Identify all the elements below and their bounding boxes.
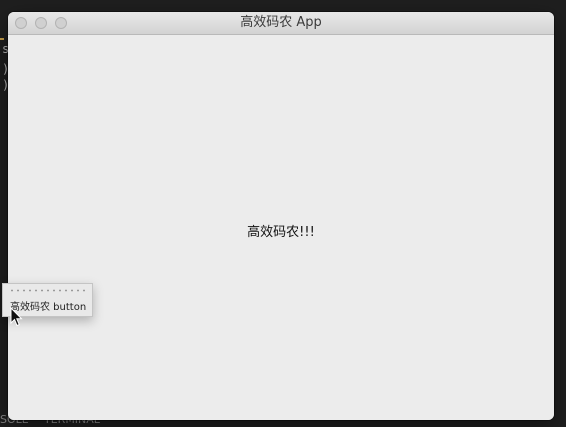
center-label: 高效码农!!! xyxy=(247,225,315,240)
window-title: 高效码农 App xyxy=(240,15,322,30)
window-content: 高效码农!!! xyxy=(8,35,554,420)
app-window: 高效码农 App 高效码农!!! xyxy=(8,12,554,420)
title-bar[interactable]: 高效码农 App xyxy=(8,12,554,35)
drag-handle-icon[interactable] xyxy=(9,289,87,292)
editor-accent-mark xyxy=(0,38,4,40)
arrow-pointer-icon xyxy=(10,307,23,327)
